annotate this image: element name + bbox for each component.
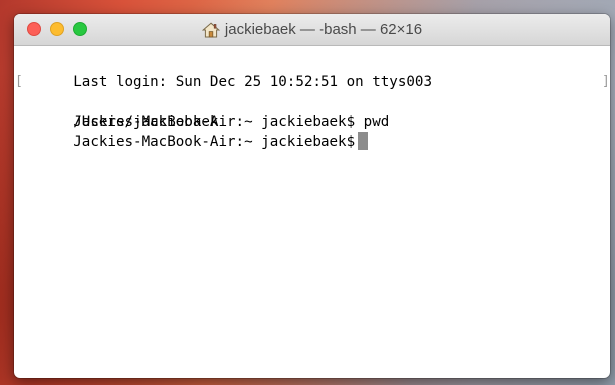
home-icon [201, 22, 220, 38]
terminal-prompt: Jackies-MacBook-Air:~ jackiebaek$ [73, 134, 356, 150]
window-title-text: jackiebaek — -bash — 62×16 [224, 21, 423, 38]
command-mark-right: ] [602, 74, 610, 89]
terminal-line: [ Jackies-MacBook-Air:~ jackiebaek$ pwd … [15, 72, 610, 130]
terminal-prompt-line[interactable]: Jackies-MacBook-Air:~ jackiebaek$ [22, 112, 602, 150]
command-mark-left: [ [15, 74, 23, 89]
terminal-window[interactable]: jackiebaek — -bash — 62×16 Last login: S… [14, 14, 610, 378]
title-bar[interactable]: jackiebaek — -bash — 62×16 [14, 14, 610, 46]
terminal-line: Last login: Sun Dec 25 10:52:51 on ttys0… [22, 52, 602, 90]
window-title: jackiebaek — -bash — 62×16 [14, 14, 610, 45]
terminal-line: /Users/jackiebaek [22, 92, 602, 130]
text-cursor [358, 132, 369, 150]
terminal-output[interactable]: Last login: Sun Dec 25 10:52:51 on ttys0… [14, 46, 610, 150]
